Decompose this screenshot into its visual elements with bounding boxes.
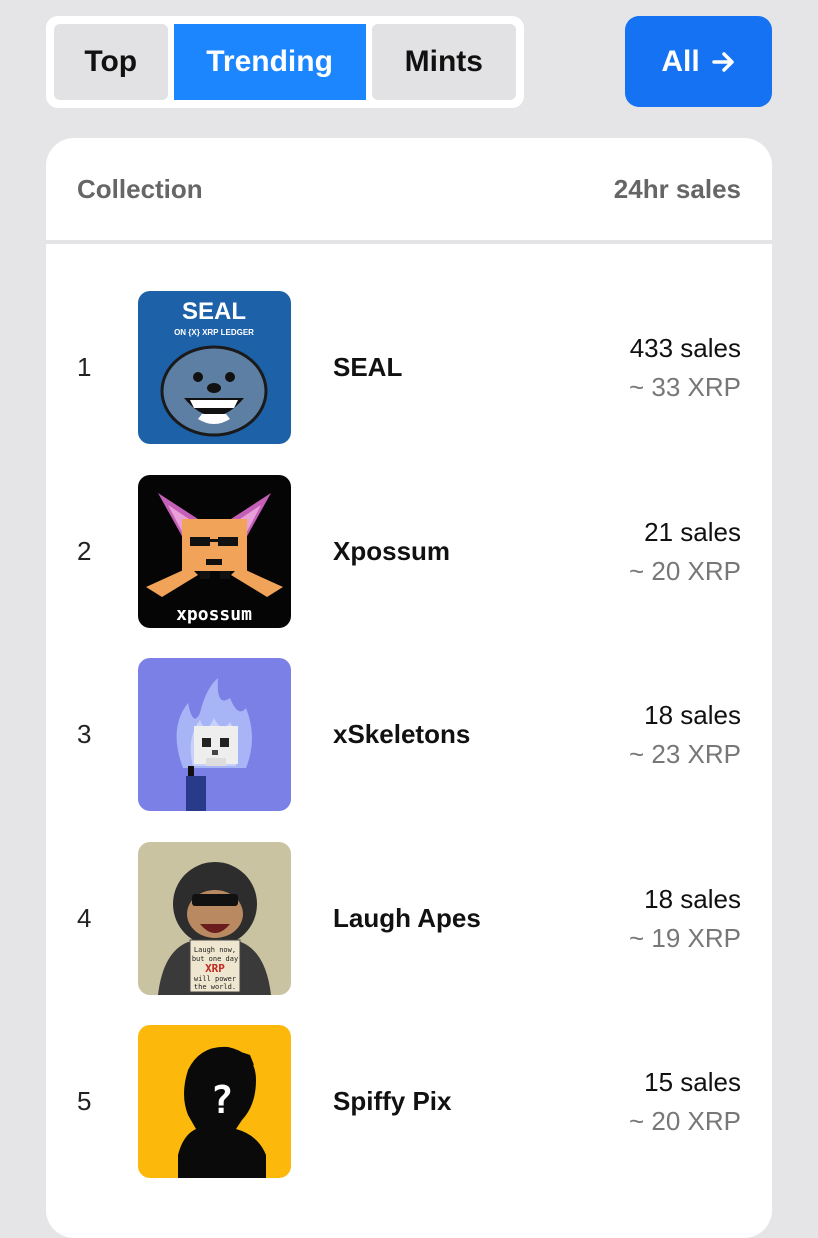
- ape-sign-line-4: will power: [194, 975, 236, 983]
- sales-count: 433 sales: [629, 332, 741, 363]
- seal-logo-subtitle: ON {X} XRP LEDGER: [174, 328, 254, 337]
- xpossum-logo-text: xpossum: [176, 604, 252, 625]
- arrow-right-icon: [711, 51, 734, 72]
- table-row[interactable]: 2 xpossum Xpossum 21 sales ~ 20 XRP: [46, 475, 772, 628]
- row-rank: 5: [77, 1086, 92, 1116]
- column-collection: Collection: [77, 173, 203, 204]
- table-row[interactable]: 5 ? Spiffy Pix 15 sales ~ 20 XRP: [46, 1025, 772, 1178]
- collection-thumbnail-spiffy-pix[interactable]: ?: [138, 1025, 291, 1178]
- all-button[interactable]: All: [625, 16, 772, 107]
- collection-thumbnail-xpossum[interactable]: xpossum: [138, 475, 291, 628]
- table-row[interactable]: 4 Laugh now, but one day XRP will power …: [46, 842, 772, 995]
- row-rank: 2: [77, 536, 92, 566]
- row-stats: 15 sales ~ 20 XRP: [629, 1063, 741, 1141]
- table-row[interactable]: 1 SEAL ON {X} XRP LEDGER SEAL 433 sales …: [46, 291, 772, 444]
- tab-mints[interactable]: Mints: [371, 24, 516, 100]
- sales-count: 21 sales: [644, 516, 741, 547]
- tab-group: Top Trending Mints: [46, 16, 524, 108]
- sales-count: 18 sales: [644, 699, 741, 730]
- sales-count: 15 sales: [644, 1066, 741, 1097]
- sales-volume: ~ 19 XRP: [628, 922, 741, 953]
- sales-volume: ~ 23 XRP: [628, 738, 741, 769]
- sales-volume: ~ 20 XRP: [628, 555, 741, 586]
- question-mark-icon: ?: [211, 1078, 234, 1122]
- collection-thumbnail-laugh-apes[interactable]: Laugh now, but one day XRP will power th…: [138, 842, 291, 995]
- row-rank: 1: [77, 352, 92, 382]
- seal-logo-title: SEAL: [182, 298, 246, 325]
- tab-top[interactable]: Top: [54, 24, 168, 100]
- collection-name[interactable]: xSkeletons: [333, 719, 470, 750]
- column-24hr-sales: 24hr sales: [613, 173, 741, 204]
- row-stats: 18 sales ~ 19 XRP: [629, 880, 741, 958]
- ape-sign-line-5: the world.: [194, 983, 236, 991]
- collection-name[interactable]: SEAL: [333, 352, 402, 383]
- collections-table: Collection 24hr sales 1 SEAL ON {X} XRP …: [46, 138, 772, 1238]
- sales-count: 18 sales: [644, 883, 741, 914]
- table-header: Collection 24hr sales: [46, 138, 772, 244]
- ape-sign-line-3: XRP: [205, 962, 225, 975]
- collection-thumbnail-seal[interactable]: SEAL ON {X} XRP LEDGER: [138, 291, 291, 444]
- row-stats: 433 sales ~ 33 XRP: [629, 329, 741, 407]
- row-rank: 4: [77, 903, 92, 933]
- collection-name[interactable]: Xpossum: [333, 536, 450, 567]
- collection-thumbnail-xskeletons[interactable]: [138, 658, 291, 811]
- sales-volume: ~ 20 XRP: [628, 1105, 741, 1136]
- collection-name[interactable]: Spiffy Pix: [333, 1086, 451, 1117]
- all-button-label: All: [661, 44, 700, 78]
- ape-sign-line-1: Laugh now,: [194, 946, 236, 954]
- sales-volume: ~ 33 XRP: [628, 371, 741, 402]
- row-stats: 21 sales ~ 20 XRP: [629, 513, 741, 591]
- collection-name[interactable]: Laugh Apes: [333, 903, 481, 934]
- row-stats: 18 sales ~ 23 XRP: [629, 696, 741, 774]
- table-row[interactable]: 3 xSkeletons 18 sales ~ 23 XRP: [46, 658, 772, 811]
- tab-trending[interactable]: Trending: [173, 24, 366, 100]
- row-rank: 3: [77, 719, 92, 749]
